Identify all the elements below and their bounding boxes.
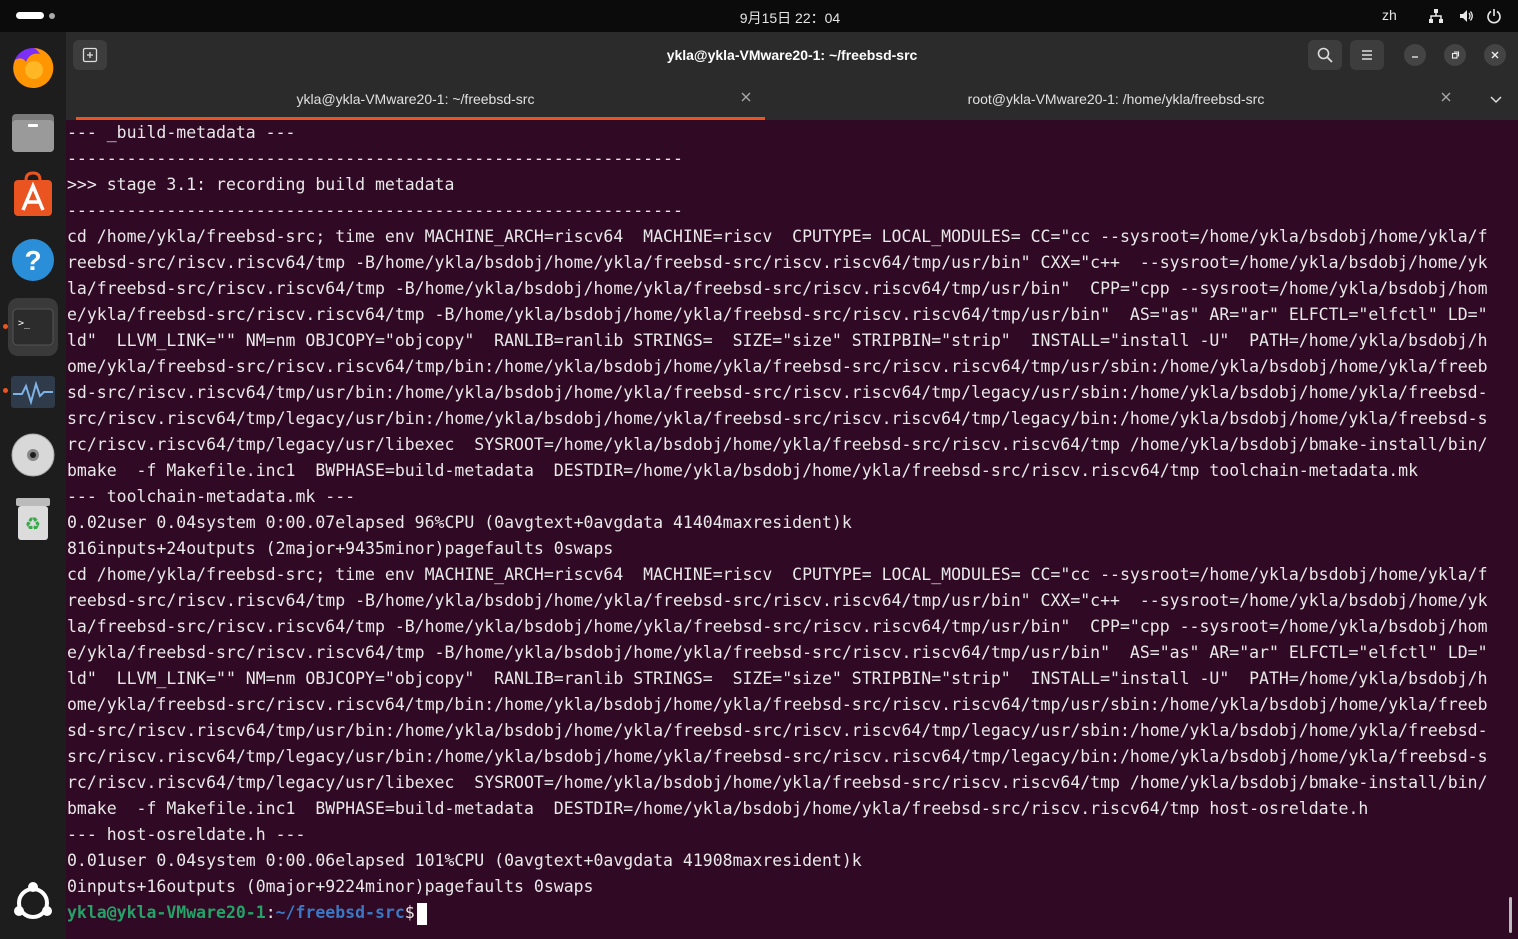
clock[interactable]: 9月15日 22：04 <box>0 8 1518 28</box>
terminal-line: cd /home/ykla/freebsd-src; time env MACH… <box>67 565 1488 584</box>
ubuntu-apps-launcher[interactable] <box>8 878 58 928</box>
top-bar: 9月15日 22：04 zh <box>0 0 1518 32</box>
search-button[interactable] <box>1308 40 1342 70</box>
firefox-icon <box>13 47 54 88</box>
terminal-line: --- host-osreldate.h --- <box>67 825 306 844</box>
menu-button[interactable] <box>1350 40 1384 70</box>
terminal-window: ykla@ykla-VMware20-1: ~/freebsd-src ykla… <box>66 32 1518 939</box>
terminal-line: 0inputs+16outputs (0major+9224minor)page… <box>67 877 594 896</box>
terminal-line: ----------------------------------------… <box>67 149 683 168</box>
text-cursor <box>416 902 427 925</box>
app-center-icon <box>14 171 52 216</box>
network-icon[interactable] <box>1428 8 1444 24</box>
input-method-indicator[interactable]: zh <box>1382 7 1397 23</box>
monitor-running-indicator <box>3 388 8 393</box>
maximize-button[interactable] <box>1444 44 1466 66</box>
terminal-line: ----------------------------------------… <box>67 201 683 220</box>
terminal-line: src/riscv.riscv64/tmp/legacy/usr/bin:/ho… <box>67 409 1488 428</box>
terminal-line: src/riscv.riscv64/tmp/legacy/usr/bin:/ho… <box>67 747 1488 766</box>
scrollbar[interactable] <box>1509 897 1512 933</box>
terminal-line: ome/ykla/freebsd-src/riscv.riscv64/tmp/b… <box>67 357 1488 376</box>
tab-ykla[interactable]: ykla@ykla-VMware20-1: ~/freebsd-src <box>66 78 765 120</box>
terminal-line: sd-src/riscv.riscv64/tmp/usr/bin:/home/y… <box>67 383 1488 402</box>
disc-launcher[interactable] <box>8 430 58 480</box>
minimize-button[interactable] <box>1404 44 1426 66</box>
volume-icon[interactable] <box>1458 8 1474 24</box>
tab-bar: ykla@ykla-VMware20-1: ~/freebsd-src root… <box>66 78 1518 120</box>
terminal-line: ld" LLVM_LINK="" NM=nm OBJCOPY="objcopy"… <box>67 331 1488 350</box>
terminal-line: >>> stage 3.1: recording build metadata <box>67 175 455 194</box>
terminal-output[interactable]: --- _build-metadata --- -----------------… <box>66 120 1506 939</box>
ubuntu-icon <box>14 882 52 919</box>
terminal-line: ld" LLVM_LINK="" NM=nm OBJCOPY="objcopy"… <box>67 669 1488 688</box>
files-icon <box>12 114 54 152</box>
prompt-separator: : <box>265 903 276 922</box>
tab-list-chevron-down-icon[interactable] <box>1489 92 1503 106</box>
terminal-line: bmake -f Makefile.inc1 BWPHASE=build-met… <box>67 461 1419 480</box>
system-monitor-launcher[interactable] <box>8 366 58 416</box>
trash-launcher[interactable]: ♻ <box>8 494 58 544</box>
terminal-line: --- toolchain-metadata.mk --- <box>67 487 356 506</box>
minimize-icon <box>1412 56 1418 58</box>
terminal-line: rc/riscv.riscv64/tmp/legacy/usr/libexec … <box>67 435 1488 454</box>
search-icon <box>1317 47 1333 63</box>
terminal-line: sd-src/riscv.riscv64/tmp/usr/bin:/home/y… <box>67 721 1488 740</box>
terminal-prompt-line[interactable]: ykla@ykla-VMware20-1:~/freebsd-src$ <box>66 900 1506 926</box>
close-tab-icon[interactable] <box>739 90 753 104</box>
window-title: ykla@ykla-VMware20-1: ~/freebsd-src <box>666 47 918 63</box>
files-launcher[interactable] <box>8 106 58 156</box>
terminal-line: 0.01user 0.04system 0:00.06elapsed 101%C… <box>67 851 862 870</box>
help-launcher[interactable]: ? <box>8 234 58 284</box>
close-icon <box>1491 51 1499 59</box>
terminal-line: --- _build-metadata --- <box>67 123 296 142</box>
close-tab-icon[interactable] <box>1439 90 1453 104</box>
disc-icon <box>11 433 55 477</box>
tab-label: ykla@ykla-VMware20-1: ~/freebsd-src <box>296 91 535 107</box>
terminal-line: la/freebsd-src/riscv.riscv64/tmp -B/home… <box>67 617 1488 636</box>
help-icon: ? <box>12 239 54 281</box>
power-icon[interactable] <box>1486 8 1502 24</box>
window-header: ykla@ykla-VMware20-1: ~/freebsd-src <box>66 32 1518 78</box>
dock: ? >_ ♻ <box>0 32 66 939</box>
terminal-line: rc/riscv.riscv64/tmp/legacy/usr/libexec … <box>67 773 1488 792</box>
prompt-user-host: ykla@ykla-VMware20-1 <box>67 903 266 922</box>
restore-icon <box>1451 51 1460 59</box>
svg-text:♻: ♻ <box>25 514 41 535</box>
terminal-running-indicator <box>3 324 8 329</box>
system-monitor-icon <box>11 376 55 408</box>
close-window-button[interactable] <box>1484 44 1506 66</box>
terminal-line: 0.02user 0.04system 0:00.07elapsed 96%CP… <box>67 513 852 532</box>
trash-icon: ♻ <box>16 498 50 540</box>
terminal-line: reebsd-src/riscv.riscv64/tmp -B/home/ykl… <box>67 253 1488 272</box>
svg-text:>_: >_ <box>18 318 31 329</box>
prompt-path: ~/freebsd-src <box>275 903 405 922</box>
terminal-line: cd /home/ykla/freebsd-src; time env MACH… <box>67 227 1488 246</box>
terminal-line: reebsd-src/riscv.riscv64/tmp -B/home/ykl… <box>67 591 1488 610</box>
svg-text:?: ? <box>24 245 41 276</box>
hamburger-menu-icon <box>1362 50 1372 60</box>
tab-root[interactable]: root@ykla-VMware20-1: /home/ykla/freebsd… <box>766 78 1466 120</box>
terminal-line: la/freebsd-src/riscv.riscv64/tmp -B/home… <box>67 279 1488 298</box>
terminal-line: bmake -f Makefile.inc1 BWPHASE=build-met… <box>67 799 1369 818</box>
terminal-line: e/ykla/freebsd-src/riscv.riscv64/tmp -B/… <box>67 643 1488 662</box>
firefox-launcher[interactable] <box>8 42 58 92</box>
terminal-line: 816inputs+24outputs (2major+9435minor)pa… <box>67 539 614 558</box>
prompt-symbol: $ <box>404 903 415 922</box>
terminal-icon: >_ <box>12 308 54 346</box>
terminal-line: ome/ykla/freebsd-src/riscv.riscv64/tmp/b… <box>67 695 1488 714</box>
terminal-line: e/ykla/freebsd-src/riscv.riscv64/tmp -B/… <box>67 305 1488 324</box>
terminal-launcher[interactable]: >_ <box>8 298 58 356</box>
app-center-launcher[interactable] <box>8 170 58 220</box>
tab-label: root@ykla-VMware20-1: /home/ykla/freebsd… <box>967 91 1265 107</box>
